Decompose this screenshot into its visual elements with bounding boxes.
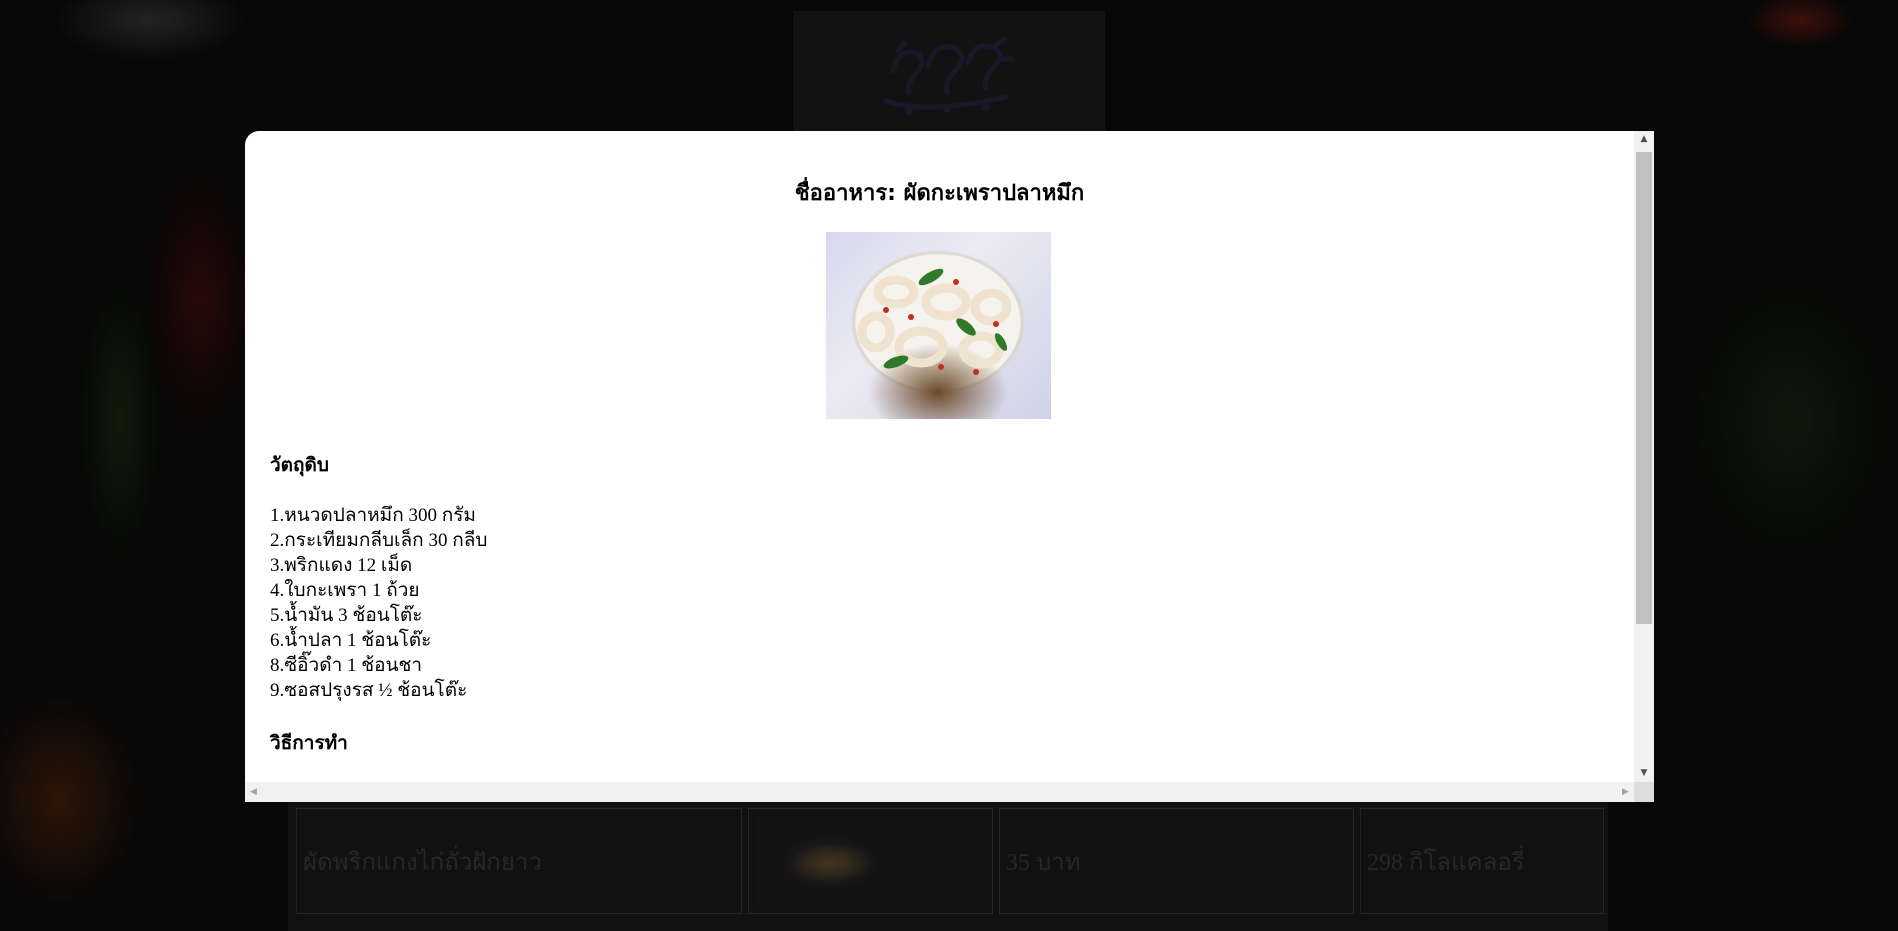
scroll-down-icon[interactable]: ▼ — [1634, 765, 1654, 782]
list-item: 2.กระเทียมกลีบเล็ก 30 กลีบ — [270, 530, 488, 551]
dish-photo — [826, 232, 1051, 419]
ingredients-heading: วัตถุดิบ — [270, 454, 329, 476]
recipe-modal: ชื่ออาหาร: ผัดกะเพราปลาหมึก วัตถุดิบ 1.ห… — [245, 131, 1654, 802]
modal-scroll-area[interactable]: ชื่ออาหาร: ผัดกะเพราปลาหมึก วัตถุดิบ 1.ห… — [245, 131, 1634, 782]
list-item: 4.ใบกะเพรา 1 ถ้วย — [270, 580, 420, 601]
ingredients-list: 1.หนวดปลาหมึก 300 กรัม 2.กระเทียมกลีบเล็… — [270, 503, 487, 703]
scrollbar-thumb[interactable] — [1636, 152, 1652, 624]
list-item: 9.ซอสปรุงรส ½ ช้อนโต๊ะ — [270, 680, 468, 701]
scrollbar-corner — [1634, 782, 1654, 802]
horizontal-scrollbar[interactable]: ◀ ▶ — [245, 782, 1634, 802]
list-item: 1.หนวดปลาหมึก 300 กรัม — [270, 505, 476, 526]
list-item: 6.น้ำปลา 1 ช้อนโต๊ะ — [270, 630, 432, 651]
scroll-left-icon[interactable]: ◀ — [245, 782, 262, 802]
method-heading: วิธีการทำ — [270, 732, 348, 754]
list-item: 3.พริกแดง 12 เม็ด — [270, 555, 413, 576]
vertical-scrollbar[interactable]: ▲ ▼ — [1634, 131, 1654, 782]
list-item: 8.ซีอิ๊วดำ 1 ช้อนชา — [270, 655, 423, 676]
list-item: 5.น้ำมัน 3 ช้อนโต๊ะ — [270, 605, 423, 626]
scroll-right-icon[interactable]: ▶ — [1617, 782, 1634, 802]
scroll-up-icon[interactable]: ▲ — [1634, 131, 1654, 148]
dish-title: ชื่ออาหาร: ผัดกะเพราปลาหมึก — [794, 181, 1085, 206]
